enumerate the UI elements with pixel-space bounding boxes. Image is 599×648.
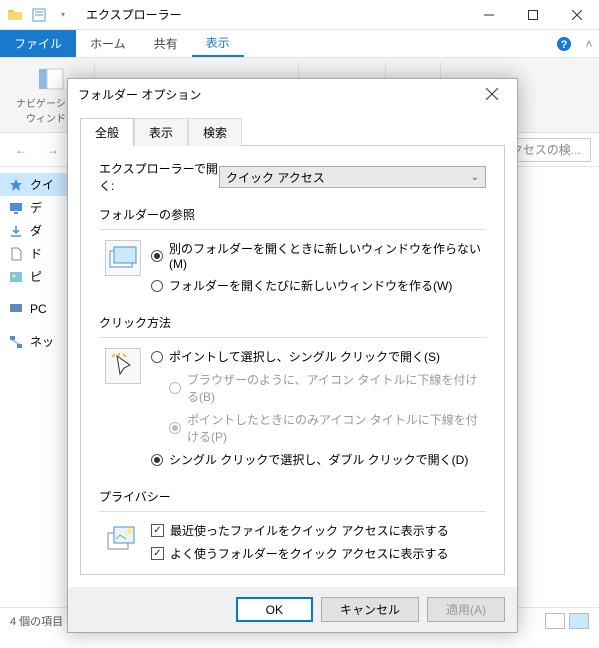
dialog-titlebar: フォルダー オプション bbox=[68, 79, 517, 109]
tab-search[interactable]: 検索 bbox=[188, 118, 242, 146]
privacy-fieldset: プライバシー 最近使ったファイルをクイック アクセスに表示する よく使うフォルダ… bbox=[99, 488, 486, 575]
cancel-button[interactable]: キャンセル bbox=[321, 597, 419, 622]
window-buttons bbox=[467, 0, 599, 30]
checkbox-icon bbox=[151, 547, 164, 560]
titlebar: ▾ エクスプローラー bbox=[0, 0, 599, 30]
dialog-title: フォルダー オプション bbox=[78, 86, 201, 103]
checkbox-recent-files[interactable]: 最近使ったファイルをクイック アクセスに表示する bbox=[151, 522, 486, 539]
menu-bar: ファイル ホーム 共有 表示 ? ˄ bbox=[0, 30, 599, 58]
minimize-button[interactable] bbox=[467, 0, 511, 30]
star-icon bbox=[8, 177, 24, 193]
dialog-tabs: 全般 表示 検索 bbox=[68, 109, 517, 145]
radio-underline-hover: ポイントしたときにのみアイコン タイトルに下線を付ける(P) bbox=[151, 411, 486, 445]
click-fieldset: クリック方法 ポイントして選択し、シングル クリックで開く(S) ブラウザーのよ… bbox=[99, 314, 486, 474]
click-legend: クリック方法 bbox=[99, 314, 486, 331]
menu-share[interactable]: 共有 bbox=[140, 30, 192, 57]
tab-view[interactable]: 表示 bbox=[134, 118, 188, 146]
radio-icon bbox=[151, 280, 163, 292]
dialog-footer: OK キャンセル 適用(A) bbox=[68, 587, 517, 632]
radio-icon bbox=[151, 454, 163, 466]
forward-button[interactable]: → bbox=[40, 137, 66, 163]
radio-icon bbox=[169, 422, 181, 434]
ok-button[interactable]: OK bbox=[236, 597, 313, 622]
apply-button[interactable]: 適用(A) bbox=[427, 597, 505, 622]
properties-icon[interactable] bbox=[28, 4, 50, 26]
browse-folders-fieldset: フォルダーの参照 別のフォルダーを開くときに新しいウィンドウを作らない(M) フ… bbox=[99, 206, 486, 300]
radio-new-window[interactable]: フォルダーを開くたびに新しいウィンドウを作る(W) bbox=[151, 277, 486, 294]
chevron-down-icon: ⌄ bbox=[471, 172, 479, 183]
open-with-label: エクスプローラーで開く: bbox=[99, 160, 219, 194]
menu-file[interactable]: ファイル bbox=[0, 30, 76, 57]
menu-view[interactable]: 表示 bbox=[192, 30, 244, 57]
privacy-legend: プライバシー bbox=[99, 488, 486, 505]
radio-icon bbox=[151, 250, 163, 262]
dialog-close-button[interactable] bbox=[477, 79, 507, 109]
back-button[interactable]: ← bbox=[8, 137, 34, 163]
radio-single-click[interactable]: ポイントして選択し、シングル クリックで開く(S) bbox=[151, 348, 486, 365]
help-icon[interactable]: ? bbox=[549, 30, 579, 57]
folder-options-dialog: フォルダー オプション 全般 表示 検索 エクスプローラーで開く: クイック ア… bbox=[67, 78, 518, 633]
browse-folders-legend: フォルダーの参照 bbox=[99, 206, 486, 223]
browse-folders-icon bbox=[105, 240, 141, 276]
menu-home[interactable]: ホーム bbox=[76, 30, 140, 57]
radio-double-click[interactable]: シングル クリックで選択し、ダブル クリックで開く(D) bbox=[151, 451, 486, 468]
pc-icon bbox=[8, 301, 24, 317]
dialog-body: エクスプローラーで開く: クイック アクセス ⌄ フォルダーの参照 別のフォルダ… bbox=[80, 145, 505, 575]
quick-access-toolbar: ▾ bbox=[0, 4, 78, 26]
checkbox-icon bbox=[151, 524, 164, 537]
privacy-icon bbox=[105, 522, 141, 558]
download-icon bbox=[8, 223, 24, 239]
app-title: エクスプローラー bbox=[86, 6, 467, 23]
click-icon bbox=[105, 348, 141, 384]
item-count: 4 個の項目 bbox=[10, 613, 63, 629]
details-view-button[interactable] bbox=[545, 613, 565, 629]
tab-general[interactable]: 全般 bbox=[80, 118, 134, 146]
close-button[interactable] bbox=[555, 0, 599, 30]
qat-dropdown-icon[interactable]: ▾ bbox=[52, 4, 74, 26]
navigation-pane-button[interactable] bbox=[37, 65, 65, 93]
radio-same-window[interactable]: 別のフォルダーを開くときに新しいウィンドウを作らない(M) bbox=[151, 240, 486, 271]
open-with-select[interactable]: クイック アクセス ⌄ bbox=[219, 166, 486, 188]
radio-icon bbox=[169, 382, 181, 394]
picture-icon bbox=[8, 269, 24, 285]
folder-icon[interactable] bbox=[4, 4, 26, 26]
maximize-button[interactable] bbox=[511, 0, 555, 30]
svg-text:?: ? bbox=[561, 39, 568, 51]
desktop-icon bbox=[8, 200, 24, 216]
document-icon bbox=[8, 246, 24, 262]
radio-icon bbox=[151, 351, 163, 363]
icons-view-button[interactable] bbox=[569, 613, 589, 629]
radio-underline-browser: ブラウザーのように、アイコン タイトルに下線を付ける(B) bbox=[151, 371, 486, 405]
ribbon-toggle-icon[interactable]: ˄ bbox=[579, 30, 599, 57]
network-icon bbox=[8, 334, 24, 350]
checkbox-frequent-folders[interactable]: よく使うフォルダーをクイック アクセスに表示する bbox=[151, 545, 486, 562]
